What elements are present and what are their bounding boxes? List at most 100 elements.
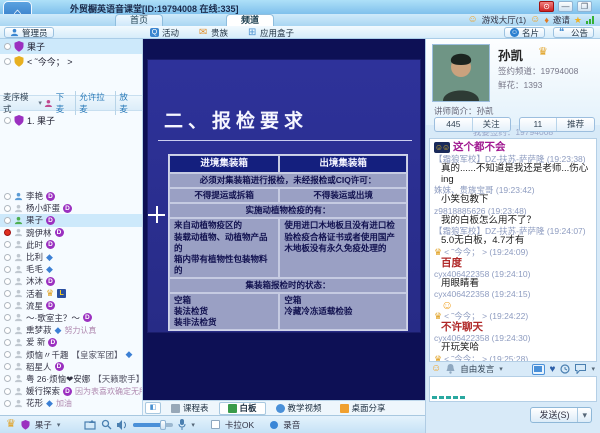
- chevron-down-icon[interactable]: ▾: [57, 421, 61, 429]
- noble-button[interactable]: ✉贵族: [194, 27, 233, 38]
- member-row[interactable]: 活着♛L: [0, 288, 142, 300]
- collapse-panel-button[interactable]: ◧: [145, 402, 161, 414]
- radio-icon: [4, 363, 11, 370]
- member-row[interactable]: 此时D: [0, 239, 142, 251]
- minimize-button[interactable]: —: [558, 1, 573, 12]
- member-row[interactable]: 花形◆加油: [0, 397, 142, 409]
- teacher-profile-card: 孙凯 ♛ 签约频道：19794008 鲜花：1393 讲师简介：孙凯 445关注…: [426, 39, 600, 125]
- clock-icon[interactable]: [560, 364, 570, 374]
- send-button[interactable]: 发送(S)▾: [530, 407, 592, 423]
- member-row[interactable]: 烦恼〃千趣【皇家军团】◆: [0, 348, 142, 360]
- member-row[interactable]: 豌伊林D: [0, 227, 142, 239]
- chevron-down-icon[interactable]: ▾: [591, 365, 595, 373]
- magnifier-icon[interactable]: [101, 419, 112, 430]
- mic-mode-label[interactable]: 麦序模式: [3, 91, 36, 115]
- maximize-button[interactable]: ❐: [577, 1, 592, 12]
- member-row[interactable]: 媛行探索D因为表喜欢确定无所谓: [0, 385, 142, 397]
- chat-sender[interactable]: cyx406422358 (19:24:15): [434, 289, 592, 299]
- resize-grip[interactable]: [432, 396, 465, 399]
- user-icon: [14, 338, 23, 347]
- radio-icon[interactable]: [4, 43, 11, 50]
- tab-teaching-video[interactable]: 教学视频: [268, 402, 330, 415]
- record-icon[interactable]: [270, 421, 278, 429]
- chat-message-list[interactable]: ☺☺这个都不会 【霜狼军校】DZ-扶苏-萨萨隆 (19:23:38)真的....…: [429, 138, 597, 362]
- activity-button[interactable]: Q活动: [145, 27, 184, 38]
- speaker-icon[interactable]: [117, 420, 128, 430]
- chat-sender[interactable]: cyx406422358 (19:24:10): [434, 269, 592, 279]
- crown-icon: ♛: [434, 354, 442, 363]
- chat-message: cyx406422358 (19:24:30)开玩笑哈: [434, 333, 592, 354]
- release-mic-link[interactable]: 放麦: [115, 91, 139, 115]
- member-row[interactable]: 杨小虾蛋D: [0, 202, 142, 214]
- tab-whiteboard[interactable]: 白板: [219, 402, 266, 415]
- member-row[interactable]: 比利◆: [0, 251, 142, 263]
- screenshot-icon[interactable]: [532, 364, 545, 375]
- chat-sender[interactable]: z9818885626 (19:23:48): [434, 206, 592, 216]
- tab-channel[interactable]: 频道: [226, 14, 274, 26]
- member-row[interactable]: 爱 新D: [0, 336, 142, 348]
- member-row[interactable]: 果子D: [0, 214, 142, 226]
- card-button[interactable]: ☺名片: [504, 27, 545, 38]
- bubble-icon: ❝: [559, 28, 568, 37]
- avatar[interactable]: [432, 44, 490, 102]
- radio-icon: [4, 278, 11, 285]
- tab-home[interactable]: 首页: [115, 14, 163, 26]
- heart-icon[interactable]: ♥: [550, 364, 556, 375]
- chat-message: ☺☺这个都不会: [434, 141, 592, 154]
- app-menu-button[interactable]: ⊙: [539, 1, 554, 12]
- radio-icon: [4, 254, 11, 261]
- card-icon: ☺: [510, 28, 519, 37]
- tab-screen-share[interactable]: 桌面分享: [332, 402, 394, 415]
- microphone-icon[interactable]: [178, 419, 186, 430]
- member-row[interactable]: 李艳D: [0, 190, 142, 202]
- notice-button[interactable]: ❝公告: [553, 27, 594, 38]
- speak-mode-label[interactable]: 自由发言: [460, 363, 494, 375]
- mic-queue-item[interactable]: 果子: [0, 39, 142, 54]
- radio-icon[interactable]: [4, 117, 11, 124]
- vip-badge: D: [46, 240, 55, 249]
- karaoke-checkbox[interactable]: [211, 420, 220, 429]
- chevron-down-icon[interactable]: ▾: [577, 408, 591, 422]
- speaking-user-row[interactable]: 1. 果子: [0, 113, 142, 128]
- favorite-star-icon[interactable]: ★: [574, 15, 582, 26]
- radio-icon[interactable]: [4, 58, 11, 65]
- user-icon: [14, 216, 23, 225]
- volume-slider[interactable]: [133, 423, 173, 427]
- user-icon: [14, 277, 23, 286]
- send-row: 发送(S)▾: [426, 402, 600, 428]
- recommend-button[interactable]: 11推荐: [519, 117, 596, 132]
- user-icon: [14, 240, 23, 249]
- user-icon: [14, 253, 23, 262]
- invite-link[interactable]: 邀请: [553, 14, 570, 26]
- diamond-badge: ◆: [55, 326, 62, 335]
- game-lobby-link[interactable]: 游戏大厅(1): [482, 14, 526, 26]
- emoticon-picker-icon[interactable]: ☺: [431, 364, 441, 374]
- member-row[interactable]: 流星D: [0, 300, 142, 312]
- admin-button[interactable]: 管理员: [4, 27, 54, 38]
- crown-icon: ♛: [434, 311, 442, 321]
- chevron-down-icon[interactable]: ▾: [499, 365, 503, 373]
- table-cell: 集装箱报检时的状态：: [169, 278, 407, 293]
- appbox-button[interactable]: ⊞应用盒子: [243, 27, 299, 38]
- message-bubble-icon[interactable]: [575, 364, 586, 374]
- mic-down-link[interactable]: 下麦: [53, 91, 76, 115]
- slide-table: 进境集装箱 出境集装箱 必须对集装箱进行报检，未经报检或CIQ许可： 不得提运或…: [168, 154, 408, 331]
- chat-sender[interactable]: < ˜今今； > (19:25:28): [444, 354, 528, 363]
- member-row[interactable]: 毛毛◆: [0, 263, 142, 275]
- chat-sender[interactable]: < ˜今今； > (19:24:09): [444, 247, 528, 257]
- mic-queue-item[interactable]: < ˜今今； >: [0, 54, 142, 69]
- tab-schedule[interactable]: 课程表: [163, 402, 217, 415]
- member-row[interactable]: ～·歌室主？～D: [0, 312, 142, 324]
- member-row[interactable]: 熏梦菽◆努力认真: [0, 324, 142, 336]
- member-row[interactable]: 沐沐D: [0, 275, 142, 287]
- snapshot-icon[interactable]: [84, 420, 96, 430]
- member-row[interactable]: 粤 26·烦恼❤安娜【天籁歌手】: [0, 373, 142, 385]
- member-row[interactable]: 稻星人D: [0, 361, 142, 373]
- allow-mic-link[interactable]: 允许拉麦: [75, 91, 115, 115]
- chat-input[interactable]: [429, 376, 597, 402]
- chevron-down-icon[interactable]: ▾: [38, 99, 42, 107]
- chevron-down-icon[interactable]: ▾: [191, 421, 195, 429]
- chat-sender[interactable]: < ˜今今； > (19:24:22): [444, 311, 528, 321]
- bell-icon[interactable]: [446, 364, 455, 374]
- follow-button[interactable]: 445关注: [434, 117, 511, 132]
